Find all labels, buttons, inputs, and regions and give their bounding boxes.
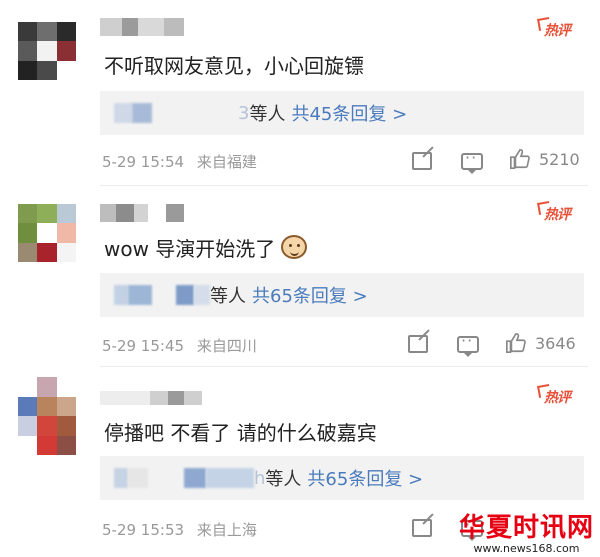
comment-meta: 5-29 15:54 来自福建 <box>102 151 257 172</box>
share-icon[interactable] <box>408 335 428 353</box>
like-count: 3646 <box>535 334 576 353</box>
site-watermark: 华夏时讯网 www.news168.com <box>459 513 594 555</box>
reply-summary[interactable]: h 等人 共65条回复 > <box>100 456 584 500</box>
share-icon[interactable] <box>412 519 432 537</box>
view-replies-link[interactable]: 共45条回复 > <box>291 100 407 126</box>
blurred-replier-names <box>114 468 128 488</box>
like-icon[interactable] <box>509 148 531 170</box>
blurred-replier-names <box>128 285 152 305</box>
comment-meta: 5-29 15:45 来自四川 <box>102 335 257 356</box>
hot-comment-badge: 热评 <box>542 20 572 40</box>
comment-source: 来自福建 <box>196 153 257 171</box>
blurred-replier-names <box>128 468 148 488</box>
reply-suffix: 等人 <box>265 469 302 490</box>
blurred-replier-names <box>194 285 210 305</box>
reply-names-visible: h <box>254 467 266 489</box>
blurred-replier-names <box>184 468 206 488</box>
view-replies-link[interactable]: 共65条回复 > <box>252 282 368 308</box>
comment-text: 停播吧 不看了 请的什么破嘉宾 <box>104 420 377 445</box>
comment-icon[interactable] <box>457 331 479 357</box>
avatar[interactable] <box>18 22 76 80</box>
avatar[interactable] <box>18 377 76 455</box>
hot-comment-badge: 热评 <box>542 204 572 224</box>
reply-summary[interactable]: 3 等人 共45条回复 > <box>100 91 584 135</box>
comment-item: 热评 wow 导演开始洗了 等人 共65条回复 > 5-29 15:45 来自四… <box>0 186 600 366</box>
comment-text: 不听取网友意见，小心回旋镖 <box>104 53 364 78</box>
avatar[interactable] <box>18 204 76 262</box>
username-blurred[interactable] <box>100 204 184 222</box>
watermark-url: www.news168.com <box>473 542 580 555</box>
username-blurred[interactable] <box>100 391 202 405</box>
username-blurred[interactable] <box>100 18 184 36</box>
blurred-replier-names <box>132 103 152 123</box>
comment-source: 来自上海 <box>196 521 257 539</box>
like-icon[interactable] <box>505 332 527 354</box>
blurred-replier-names <box>176 285 194 305</box>
comment-item: 热评 不听取网友意见，小心回旋镖 3 等人 共45条回复 > 5-29 15:5… <box>0 0 600 185</box>
comment-text: wow 导演开始洗了 <box>104 232 308 262</box>
share-icon[interactable] <box>412 152 432 170</box>
comment-icon[interactable] <box>461 148 483 174</box>
view-replies-link[interactable]: 共65条回复 > <box>307 465 423 491</box>
comment-time: 5-29 15:54 <box>102 153 185 171</box>
hot-comment-badge: 热评 <box>542 387 572 407</box>
comment-text-content: wow 导演开始洗了 <box>104 236 276 261</box>
reply-suffix: 等人 <box>249 104 286 125</box>
like-count: 5210 <box>539 150 580 169</box>
comment-time: 5-29 15:53 <box>102 521 185 539</box>
watermark-title: 华夏时讯网 <box>458 513 594 543</box>
blurred-replier-names <box>206 468 254 488</box>
blurred-replier-names <box>114 103 132 123</box>
blurred-replier-names <box>114 285 128 305</box>
reply-suffix: 等人 <box>210 286 246 307</box>
reply-summary[interactable]: 等人 共65条回复 > <box>100 273 584 317</box>
reply-names-visible: 3 <box>238 102 250 124</box>
comment-source: 来自四川 <box>196 337 257 355</box>
comment-time: 5-29 15:45 <box>102 337 185 355</box>
cat-face-emoji-icon <box>281 235 308 259</box>
comment-meta: 5-29 15:53 来自上海 <box>102 519 257 540</box>
